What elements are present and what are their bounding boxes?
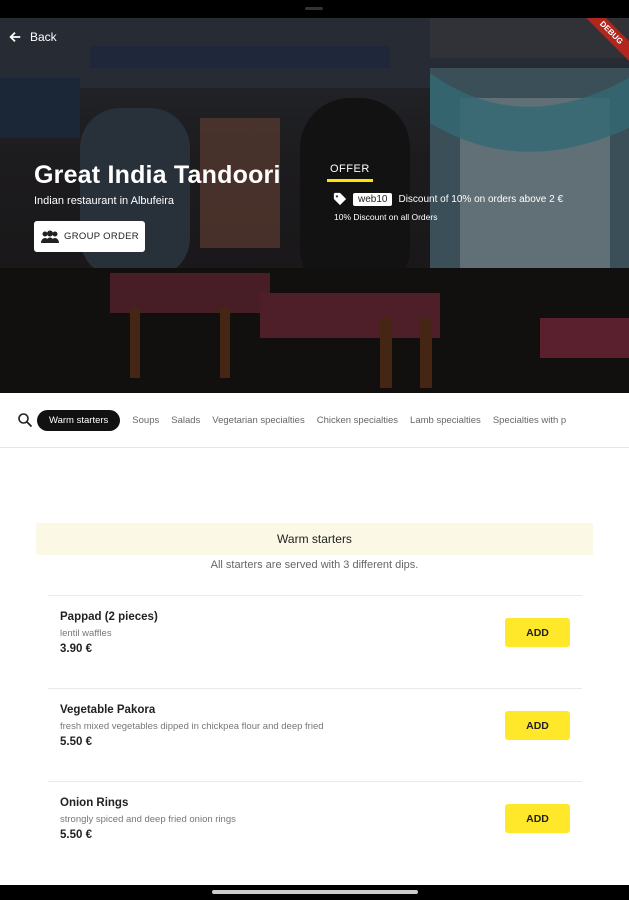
category-tab[interactable]: Vegetarian specialties [212,415,304,426]
item-description: strongly spiced and deep fried onion rin… [60,814,236,825]
back-button[interactable]: Back [8,30,57,44]
category-tab[interactable]: Lamb specialties [410,415,481,426]
category-tab[interactable]: Soups [132,415,159,426]
category-tab[interactable]: Chicken specialties [317,415,398,426]
menu-item: Vegetable Pakora fresh mixed vegetables … [48,688,582,781]
camera-notch [305,7,323,10]
offer-underline [327,179,373,182]
item-description: fresh mixed vegetables dipped in chickpe… [60,721,324,732]
offer-row: web10 Discount of 10% on orders above 2 … [333,192,563,206]
restaurant-subtitle: Indian restaurant in Albufeira [34,195,175,207]
item-name: Vegetable Pakora [60,704,156,716]
item-price: 5.50 € [60,829,92,841]
group-order-button[interactable]: GROUP ORDER [34,221,145,252]
search-icon[interactable] [17,412,33,428]
menu-content: Warm starters Soups Salads Vegetarian sp… [0,393,629,885]
home-handle[interactable] [212,890,418,894]
menu-item: Onion Rings strongly spiced and deep fri… [48,781,582,874]
item-description: lentil waffles [60,628,112,639]
section-header: Warm starters [36,523,593,555]
group-icon [41,230,60,243]
group-order-label: GROUP ORDER [64,231,139,242]
arrow-left-icon [9,32,21,42]
category-tab-active[interactable]: Warm starters [37,409,121,431]
tag-icon [333,192,347,206]
menu-item: Pappad (2 pieces) lentil waffles 3.90 € … [48,595,582,688]
offer-note: 10% Discount on all Orders [334,212,438,222]
add-button[interactable]: ADD [505,711,570,740]
item-name: Onion Rings [60,797,129,809]
restaurant-name: Great India Tandoori [34,161,281,189]
add-button[interactable]: ADD [505,618,570,647]
coupon-code: web10 [353,192,393,206]
category-tab[interactable]: Specialties with p [493,415,566,426]
offer-description: Discount of 10% on orders above 2 € [398,193,564,205]
section-note: All starters are served with 3 different… [210,559,419,571]
status-bar [0,0,629,18]
item-price: 5.50 € [60,736,92,748]
item-price: 3.90 € [60,643,92,655]
restaurant-hero: DEBUG Back Great India Tandoori Indian r… [0,18,629,393]
add-button[interactable]: ADD [505,804,570,833]
category-bar: Warm starters Soups Salads Vegetarian sp… [0,393,629,448]
back-label: Back [30,30,57,44]
item-name: Pappad (2 pieces) [60,611,158,623]
offer-title: OFFER [330,163,370,175]
category-tab[interactable]: Salads [171,415,200,426]
system-nav-bar [0,885,629,900]
